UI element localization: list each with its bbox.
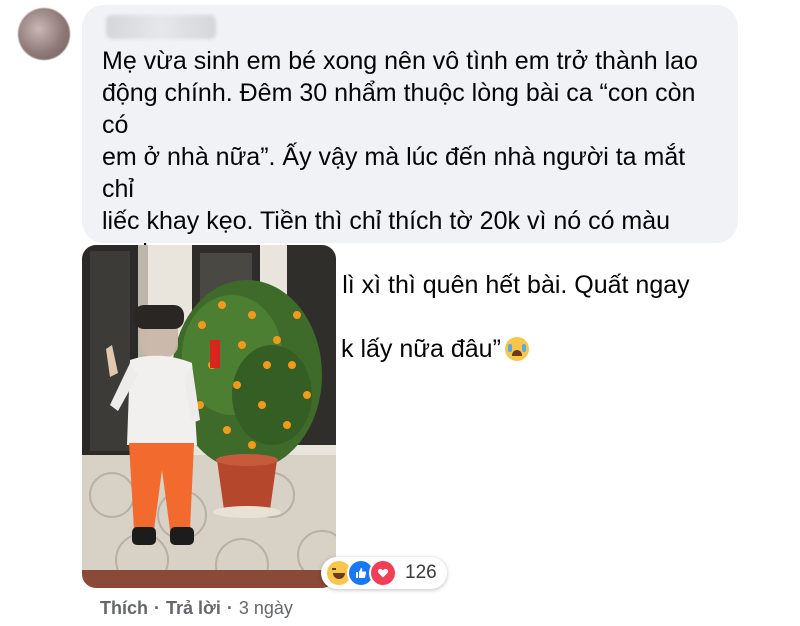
separator: · [226, 598, 233, 618]
comment-photo[interactable] [82, 245, 336, 588]
love-icon [369, 559, 397, 587]
reactions-summary[interactable]: 126 [321, 557, 447, 589]
reaction-count: 126 [405, 562, 437, 583]
crying-face-icon [504, 337, 529, 361]
reply-link[interactable]: Trả lời [166, 598, 221, 619]
comment-bubble: Mẹ vừa sinh em bé xong nên vô tình em tr… [82, 5, 738, 363]
commenter-name-blurred[interactable] [106, 15, 216, 39]
timestamp[interactable]: 3 ngày [239, 598, 293, 619]
like-link[interactable]: Thích [100, 598, 148, 619]
photo-child-with-kumquat-tree [82, 245, 336, 588]
commenter-avatar[interactable] [18, 8, 70, 60]
separator: · [154, 598, 160, 618]
comment-actions: Thích · Trả lời · 3 ngày [100, 598, 293, 619]
